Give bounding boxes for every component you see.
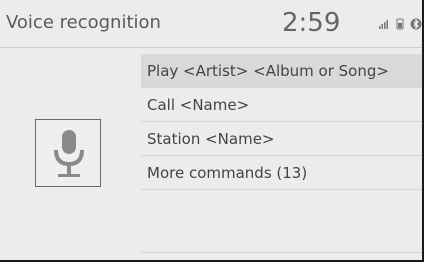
command-item-play[interactable]: Play <Artist> <Album or Song> [141,54,424,88]
command-label: Call <Name> [147,95,250,114]
clock: 2:59 [282,8,341,38]
bluetooth-icon [410,18,422,30]
command-label: Play <Artist> <Album or Song> [147,61,389,80]
voice-command-list: Play <Artist> <Album or Song> Call <Name… [141,54,424,190]
command-label: Station <Name> [147,129,275,148]
battery-icon [396,18,404,30]
command-item-more[interactable]: More commands (13) [141,156,424,190]
header-divider [0,47,424,48]
microphone-panel [35,119,101,187]
command-label: More commands (13) [147,163,308,182]
voice-recognition-screen: Voice recognition 2:59 Play <Artist> <Al… [0,0,424,262]
command-item-station[interactable]: Station <Name> [141,122,424,156]
page-title: Voice recognition [6,12,161,33]
microphone-icon [54,130,84,177]
command-item-call[interactable]: Call <Name> [141,88,424,122]
signal-icon [379,20,388,29]
header: Voice recognition 2:59 [0,0,424,48]
list-bottom-divider [141,252,424,253]
status-icons [378,18,422,30]
